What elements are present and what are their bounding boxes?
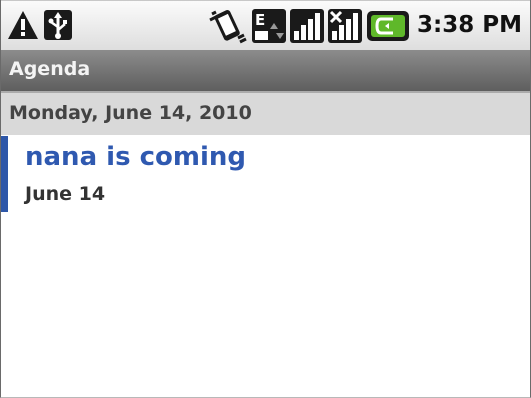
day-header: Monday, June 14, 2010 xyxy=(1,91,530,135)
day-header-label: Monday, June 14, 2010 xyxy=(9,102,252,124)
app-title: Agenda xyxy=(9,58,91,80)
agenda-event-item[interactable]: nana is coming June 14 xyxy=(1,136,530,214)
signal-icon xyxy=(290,9,324,43)
title-bar: Agenda xyxy=(1,50,530,91)
event-date: June 14 xyxy=(25,183,106,205)
svg-text:E: E xyxy=(255,11,265,29)
edge-data-icon: E xyxy=(252,9,286,43)
vibrate-icon xyxy=(209,10,247,44)
clock-time: 3:38 PM xyxy=(417,12,522,38)
usb-icon xyxy=(44,10,72,40)
status-bar[interactable]: E 3:38 PM xyxy=(1,0,530,50)
calendar-color-bar xyxy=(1,136,8,212)
roaming-signal-icon xyxy=(328,9,362,43)
warning-icon xyxy=(8,11,38,39)
battery-charging-icon xyxy=(367,11,409,41)
event-title: nana is coming xyxy=(25,142,246,172)
phone-screen: E 3:38 PM Agenda Monday, June 14, 2010 n… xyxy=(0,0,531,398)
agenda-list-empty-space xyxy=(1,214,530,397)
